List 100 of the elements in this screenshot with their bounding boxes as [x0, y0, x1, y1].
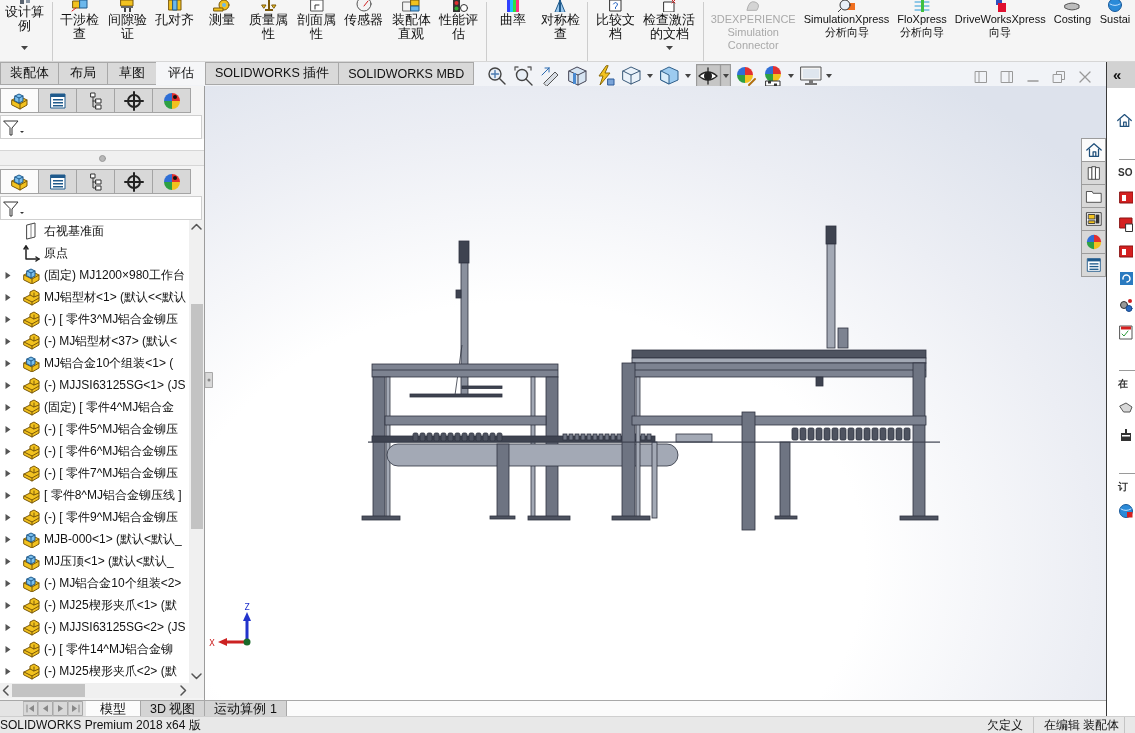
- filter-field[interactable]: [0, 115, 202, 139]
- model-tab[interactable]: 运动算例 1: [205, 701, 287, 716]
- ribbon-button[interactable]: FloXpress 分析向导: [893, 0, 951, 60]
- circles-icon[interactable]: [1119, 297, 1133, 313]
- ribbon-button[interactable]: 检查激活的文档: [639, 0, 700, 60]
- expand-arrow-icon[interactable]: [5, 446, 11, 456]
- expand-arrow-icon[interactable]: [5, 336, 11, 346]
- tree-item[interactable]: (-) MJJSI63125SG<2> (JS: [0, 616, 189, 638]
- refresh-icon[interactable]: [1119, 270, 1133, 286]
- collapse-button[interactable]: «: [1107, 62, 1135, 88]
- scroll-left-icon[interactable]: [0, 683, 12, 698]
- panel-tab[interactable]: [0, 88, 39, 113]
- tree-item[interactable]: (-) [ 零件3^MJ铝合金铆压: [0, 308, 189, 330]
- command-tab[interactable]: 评估: [156, 62, 206, 85]
- filter-field[interactable]: [0, 196, 202, 220]
- tree-item[interactable]: (-) MJ铝型材<37> (默认<: [0, 330, 189, 352]
- box-document-icon[interactable]: [1119, 216, 1133, 232]
- expand-arrow-icon[interactable]: [5, 556, 11, 566]
- restore-icon[interactable]: [1052, 70, 1066, 84]
- task-pane-tab[interactable]: [1081, 138, 1106, 162]
- tree-item[interactable]: MJ铝型材<1> (默认<<默认: [0, 286, 189, 308]
- ribbon-button[interactable]: Sustai: [1095, 0, 1135, 60]
- tree-item[interactable]: (-) MJJSI63125SG<1> (JS: [0, 374, 189, 396]
- command-tab[interactable]: 草图: [107, 62, 157, 85]
- globe-icon[interactable]: [1119, 503, 1133, 519]
- scroll-right-icon[interactable]: [177, 683, 189, 698]
- ribbon-button[interactable]: 测量: [198, 0, 246, 60]
- command-tab[interactable]: 布局: [58, 62, 108, 85]
- tree-item[interactable]: (-) [ 零件14^MJ铝合金铆: [0, 638, 189, 660]
- tree-item[interactable]: (-) MJ铝合金10个组装<2>: [0, 572, 189, 594]
- expand-arrow-icon[interactable]: [5, 424, 11, 434]
- panel-tab[interactable]: [38, 88, 77, 113]
- tree-item[interactable]: (-) MJ25楔形夹爪<2> (默: [0, 660, 189, 682]
- expand-arrow-icon[interactable]: [5, 600, 11, 610]
- task-pane-tab[interactable]: [1081, 253, 1106, 277]
- horizontal-scrollbar[interactable]: [0, 683, 204, 698]
- ribbon-button[interactable]: 间隙验证: [103, 0, 152, 60]
- expand-arrow-icon[interactable]: [5, 402, 11, 412]
- stamp-icon[interactable]: [1119, 427, 1133, 443]
- box-icon[interactable]: [1119, 243, 1133, 259]
- home-icon[interactable]: [1116, 112, 1133, 129]
- tree-item[interactable]: (-) [ 零件5^MJ铝合金铆压: [0, 418, 189, 440]
- ribbon-button[interactable]: 装配体直观: [387, 0, 436, 60]
- ribbon-button[interactable]: 性能评估: [435, 0, 483, 60]
- task-pane-tab[interactable]: [1081, 161, 1106, 185]
- checklist-icon[interactable]: [1119, 324, 1133, 340]
- eye-icon[interactable]: [696, 64, 732, 88]
- task-pane-tab[interactable]: [1081, 207, 1106, 231]
- panel-tab[interactable]: [0, 169, 39, 194]
- scroll-thumb[interactable]: [190, 304, 203, 529]
- panel-tab[interactable]: [38, 169, 77, 194]
- ribbon-button[interactable]: DriveWorksXpress 向导: [950, 0, 1050, 60]
- panel-tab[interactable]: [114, 169, 153, 194]
- vertical-scrollbar[interactable]: [189, 220, 204, 683]
- handle-icon[interactable]: [205, 372, 213, 388]
- caret-icon[interactable]: [21, 46, 29, 50]
- tree-item[interactable]: [ 零件8^MJ铝合金铆压线 ]: [0, 484, 189, 506]
- panel-tab[interactable]: [114, 88, 153, 113]
- ribbon-button[interactable]: SimulationXpress 分析向导: [799, 0, 894, 60]
- tree-item[interactable]: (固定) [ 零件4^MJ铝合金: [0, 396, 189, 418]
- expand-arrow-icon[interactable]: [5, 622, 11, 632]
- expand-arrow-icon[interactable]: [5, 578, 11, 588]
- pentagon-icon[interactable]: [1119, 400, 1133, 416]
- ribbon-button[interactable]: 设计算例: [1, 0, 49, 60]
- tree-item[interactable]: MJB-000<1> (默认<默认_: [0, 528, 189, 550]
- scroll-thumb[interactable]: [12, 684, 85, 697]
- panel-right-icon[interactable]: [1000, 70, 1014, 84]
- ribbon-button[interactable]: 传感器: [340, 0, 388, 60]
- ribbon-button[interactable]: 孔对齐: [151, 0, 199, 60]
- tree-item[interactable]: 原点: [0, 242, 189, 264]
- expand-arrow-icon[interactable]: [5, 534, 11, 544]
- expand-arrow-icon[interactable]: [5, 468, 11, 478]
- expand-arrow-icon[interactable]: [5, 380, 11, 390]
- caret-icon[interactable]: [665, 46, 673, 50]
- ribbon-button[interactable]: 质量属性: [245, 0, 293, 60]
- color-ball-pencil-icon[interactable]: [734, 64, 759, 88]
- expand-arrow-icon[interactable]: [5, 314, 11, 324]
- monitor-icon[interactable]: [799, 64, 835, 88]
- command-tab[interactable]: 装配体: [0, 62, 59, 85]
- box-icon[interactable]: [1119, 189, 1133, 205]
- tree-item[interactable]: (-) [ 零件6^MJ铝合金铆压: [0, 440, 189, 462]
- tree-item[interactable]: (固定) MJ1200×980工作台: [0, 264, 189, 286]
- command-tab[interactable]: SOLIDWORKS 插件: [205, 62, 340, 85]
- panel-left-icon[interactable]: [974, 70, 988, 84]
- model-tab[interactable]: 3D 视图: [141, 701, 206, 716]
- tree-item[interactable]: MJ压顶<1> (默认<默认_: [0, 550, 189, 572]
- task-pane-tab[interactable]: [1081, 184, 1106, 208]
- tree-item[interactable]: 右视基准面: [0, 220, 189, 242]
- expand-arrow-icon[interactable]: [5, 358, 11, 368]
- expand-arrow-icon[interactable]: [5, 644, 11, 654]
- expand-arrow-icon[interactable]: [5, 666, 11, 676]
- ribbon-button[interactable]: 干涉检查: [55, 0, 104, 60]
- ribbon-button[interactable]: 对称检查: [536, 0, 585, 60]
- expand-arrow-icon[interactable]: [5, 292, 11, 302]
- ribbon-button[interactable]: Costing: [1049, 0, 1095, 60]
- ribbon-button[interactable]: 曲率: [489, 0, 537, 60]
- command-tab[interactable]: SOLIDWORKS MBD: [338, 62, 475, 85]
- ribbon-button[interactable]: 剖面属性: [292, 0, 341, 60]
- tree-item[interactable]: (-) [ 零件7^MJ铝合金铆压: [0, 462, 189, 484]
- expand-arrow-icon[interactable]: [5, 270, 11, 280]
